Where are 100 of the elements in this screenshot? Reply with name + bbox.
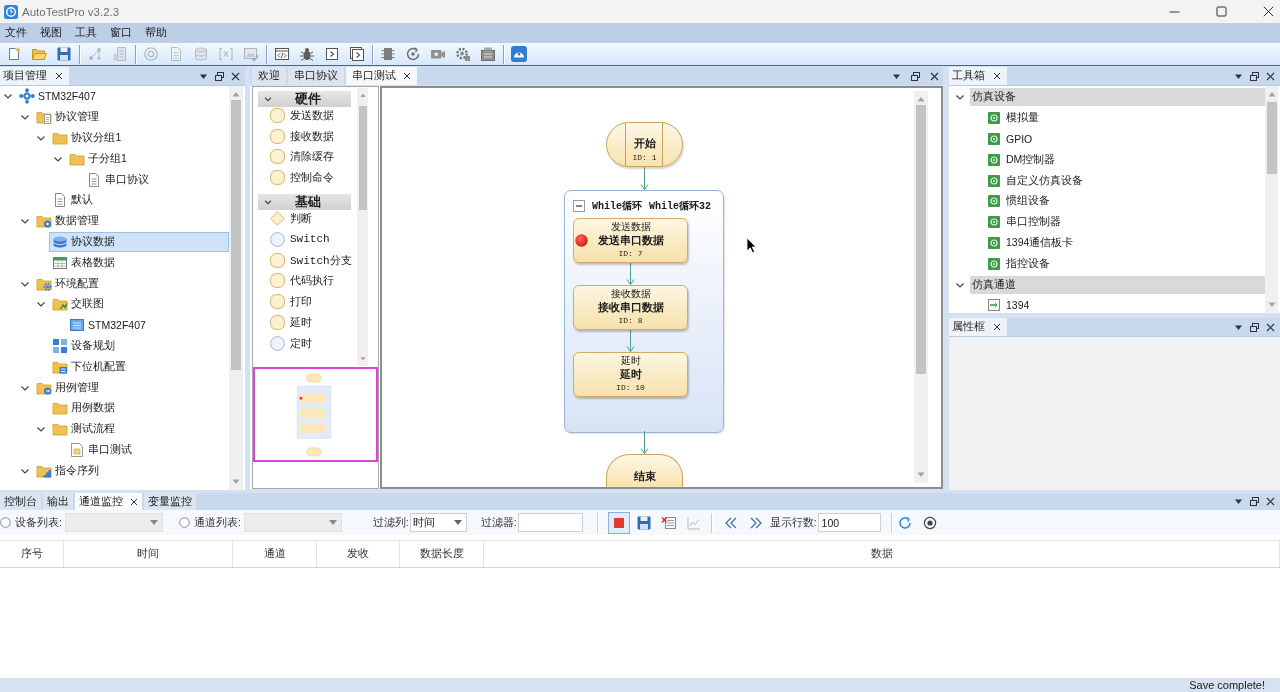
tree-item[interactable]: 测试流程: [49, 419, 119, 440]
float-window-icon[interactable]: [215, 71, 224, 81]
palette-item[interactable]: 判断: [270, 211, 312, 227]
palette-section-header[interactable]: 硬件: [258, 91, 351, 107]
close-icon[interactable]: [1266, 71, 1275, 81]
palette-item[interactable]: Switch分支: [270, 252, 352, 268]
maximize-icon[interactable]: [1216, 6, 1227, 17]
minimap-viewport[interactable]: [253, 367, 378, 462]
panel-tab[interactable]: 属性框: [949, 318, 1007, 336]
dome-tile-icon[interactable]: [511, 46, 527, 62]
panel-tab[interactable]: 控制台: [0, 493, 41, 510]
toolbox-item[interactable]: 模拟量: [988, 111, 1039, 126]
palette-item[interactable]: 代码执行: [270, 273, 334, 289]
palette-item[interactable]: 接收数据: [270, 128, 334, 144]
tree-item[interactable]: 指令序列: [32, 460, 102, 481]
scrollbar[interactable]: [229, 86, 243, 490]
menu-item[interactable]: 帮助: [145, 26, 167, 40]
chevron-down-icon[interactable]: [263, 94, 273, 104]
toolbox-item[interactable]: 指控设备: [988, 256, 1050, 271]
palette-section-header[interactable]: 基础: [258, 194, 351, 211]
scrollbar-thumb[interactable]: [231, 100, 241, 370]
open-folder-icon[interactable]: [31, 46, 47, 62]
tree-item[interactable]: STM32F407: [66, 315, 149, 336]
filter-input[interactable]: [517, 513, 583, 532]
double-chevron-right-icon[interactable]: [748, 515, 763, 530]
toolbox-group-header[interactable]: 仿真通道: [970, 275, 1265, 294]
tree-item[interactable]: 串口测试: [66, 439, 136, 460]
palette-item[interactable]: 打印: [270, 294, 312, 310]
collapse-icon[interactable]: [573, 200, 585, 212]
document-tab[interactable]: 欢迎: [252, 67, 286, 85]
record-icon[interactable]: [922, 515, 937, 530]
menu-item[interactable]: 窗口: [110, 26, 132, 40]
chip-icon[interactable]: [380, 46, 396, 62]
save-icon[interactable]: [56, 46, 72, 62]
double-chevron-left-icon[interactable]: [723, 515, 738, 530]
toolbox-item[interactable]: 惯组设备: [988, 194, 1050, 209]
scrollbar-thumb[interactable]: [1266, 102, 1277, 174]
tree-item[interactable]: 数据管理: [32, 211, 102, 232]
toolbox-item[interactable]: 1394通信板卡: [988, 235, 1074, 250]
float-window-icon[interactable]: [1250, 322, 1259, 332]
panel-tab[interactable]: 变量监控: [144, 493, 196, 510]
terminal-icon[interactable]: [324, 46, 340, 62]
toolbox-item[interactable]: GPIO: [988, 133, 1033, 145]
toolbox-item[interactable]: 自定义仿真设备: [988, 173, 1083, 188]
toolbox-group-header[interactable]: 仿真设备: [970, 88, 1265, 107]
tree-item[interactable]: 设备规划: [49, 335, 119, 356]
close-icon[interactable]: [130, 497, 138, 506]
close-icon[interactable]: [403, 72, 411, 80]
toolbox-item[interactable]: DM控制器: [988, 152, 1056, 167]
panel-tab[interactable]: 通道监控: [75, 493, 142, 510]
menu-item[interactable]: 文件: [5, 26, 27, 40]
code-window-icon[interactable]: [274, 46, 290, 62]
close-icon[interactable]: [993, 72, 1001, 80]
panel-tab[interactable]: 项目管理: [0, 67, 69, 85]
document-tab[interactable]: 串口协议: [288, 67, 344, 85]
scrollbar-thumb[interactable]: [358, 106, 367, 210]
toolbox-item[interactable]: 1394: [988, 299, 1030, 312]
float-window-icon[interactable]: [911, 71, 920, 81]
scrollbar[interactable]: [1265, 86, 1278, 313]
panel-tab[interactable]: 工具箱: [949, 67, 1007, 85]
board-icon[interactable]: [480, 46, 496, 62]
float-window-icon[interactable]: [1250, 71, 1259, 81]
palette-item[interactable]: 清除缓存: [270, 149, 334, 165]
close-icon[interactable]: [1263, 6, 1274, 17]
close-icon[interactable]: [55, 72, 63, 80]
filter-column-dropdown[interactable]: 时间: [409, 513, 467, 532]
tree-item[interactable]: 子分组1: [66, 148, 130, 169]
palette-item[interactable]: 延时: [270, 315, 312, 331]
palette-item[interactable]: Switch: [270, 231, 330, 247]
tree-item[interactable]: 协议分组1: [49, 128, 125, 148]
scrollbar[interactable]: [914, 91, 928, 483]
scrollbar[interactable]: [357, 88, 368, 366]
close-icon[interactable]: [1266, 322, 1275, 332]
panel-tab[interactable]: 输出: [43, 493, 73, 510]
tree-item[interactable]: 默认: [49, 190, 97, 211]
tree-item[interactable]: 表格数据: [49, 252, 119, 273]
row-count-input[interactable]: 100: [817, 513, 881, 532]
tree-item[interactable]: 交联图: [49, 294, 108, 315]
menu-item[interactable]: 工具: [75, 26, 97, 40]
document-tab[interactable]: 串口测试: [346, 67, 417, 85]
window-chevron-icon[interactable]: [349, 46, 365, 62]
bug-icon[interactable]: [299, 46, 315, 62]
close-icon[interactable]: [930, 71, 939, 81]
close-icon[interactable]: [231, 71, 240, 81]
rotate-icon[interactable]: [405, 46, 421, 62]
tree-item[interactable]: 下位机配置: [49, 356, 130, 377]
menu-item[interactable]: 视图: [40, 26, 62, 40]
dropdown-icon[interactable]: [1234, 497, 1243, 506]
scrollbar-thumb[interactable]: [916, 105, 926, 374]
palette-item[interactable]: 定时: [270, 335, 312, 351]
tree-item[interactable]: 环境配置: [32, 273, 102, 294]
tree-item[interactable]: 协议管理: [32, 107, 102, 128]
palette-item[interactable]: 发送数据: [270, 107, 334, 123]
close-icon[interactable]: [993, 323, 1001, 331]
float-window-icon[interactable]: [1250, 497, 1259, 506]
close-icon[interactable]: [1266, 497, 1275, 506]
palette-item[interactable]: 控制命令: [270, 170, 334, 186]
toolbox-item[interactable]: 串口控制器: [988, 215, 1061, 230]
tree-item[interactable]: 协议数据: [49, 231, 229, 252]
tree-item[interactable]: 串口协议: [82, 169, 152, 190]
